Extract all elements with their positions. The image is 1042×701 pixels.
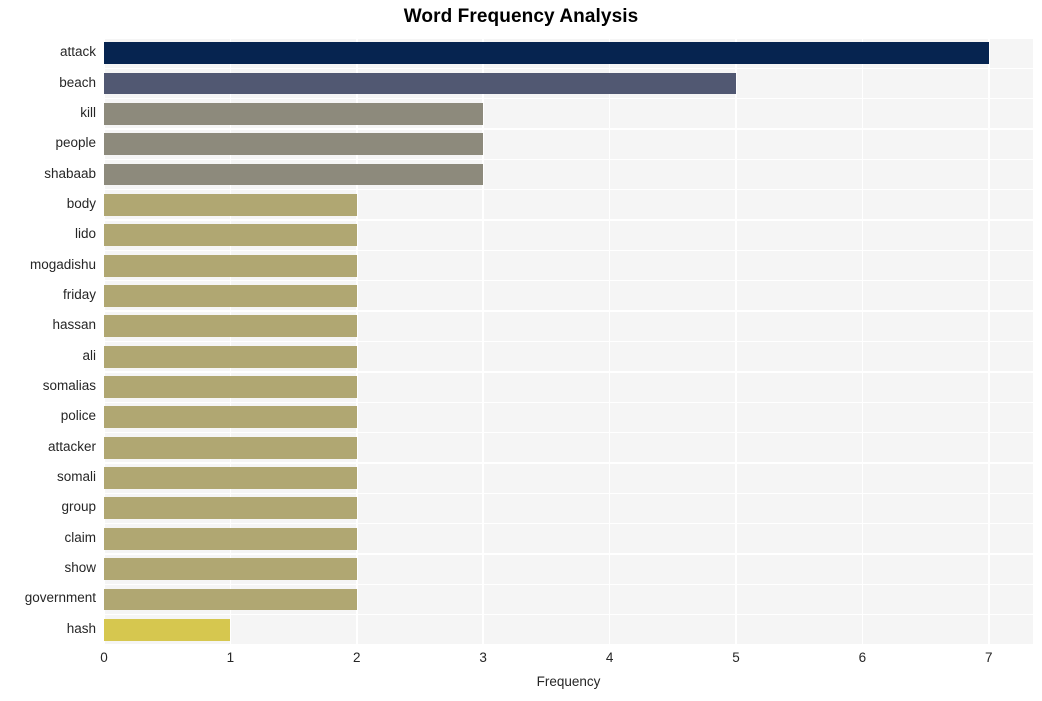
y-tick-label-shabaab: shabaab — [44, 165, 96, 181]
y-tick-label-hassan: hassan — [52, 317, 96, 333]
y-tick-label-friday: friday — [62, 286, 96, 302]
x-tick-label-3: 3 — [479, 650, 487, 665]
x-tick-label-0: 0 — [100, 650, 108, 665]
y-tick-label-hash: hash — [66, 620, 96, 636]
y-tick-label-lido: lido — [74, 226, 96, 242]
x-tick-label-5: 5 — [732, 650, 740, 665]
x-axis-tick-labels: 0 1 2 3 4 5 6 7 — [100, 650, 1033, 672]
y-tick-label-somali: somali — [56, 469, 96, 485]
chart-title: Word Frequency Analysis — [403, 6, 639, 27]
y-tick-label-body: body — [66, 195, 96, 211]
y-tick-label-claim: claim — [64, 529, 96, 545]
x-tick-label-1: 1 — [226, 650, 235, 665]
x-axis-label: Frequency — [536, 674, 601, 689]
y-tick-label-beach: beach — [59, 74, 96, 90]
y-tick-label-somalias: somalias — [42, 378, 96, 394]
y-tick-label-ali: ali — [82, 347, 96, 363]
x-tick-label-4: 4 — [605, 650, 614, 665]
y-tick-label-group: group — [61, 499, 96, 515]
y-tick-label-police: police — [60, 408, 96, 424]
x-tick-label-2: 2 — [353, 650, 361, 665]
y-tick-label-government: government — [24, 590, 96, 606]
y-tick-label-attack: attack — [59, 44, 96, 60]
y-tick-label-mogadishu: mogadishu — [29, 256, 96, 272]
x-tick-label-7: 7 — [984, 650, 993, 665]
x-tick-label-6: 6 — [858, 650, 867, 665]
y-tick-label-show: show — [64, 560, 96, 576]
y-axis-tick-labels: attack beach kill people shabaab body lido moga… — [0, 38, 1042, 645]
y-tick-label-people: people — [55, 135, 96, 151]
chart-figure: Word Frequency Analysis attack beach kill p… — [0, 0, 1042, 701]
y-tick-label-kill: kill — [80, 104, 96, 120]
y-tick-label-attacker: attacker — [47, 438, 96, 454]
